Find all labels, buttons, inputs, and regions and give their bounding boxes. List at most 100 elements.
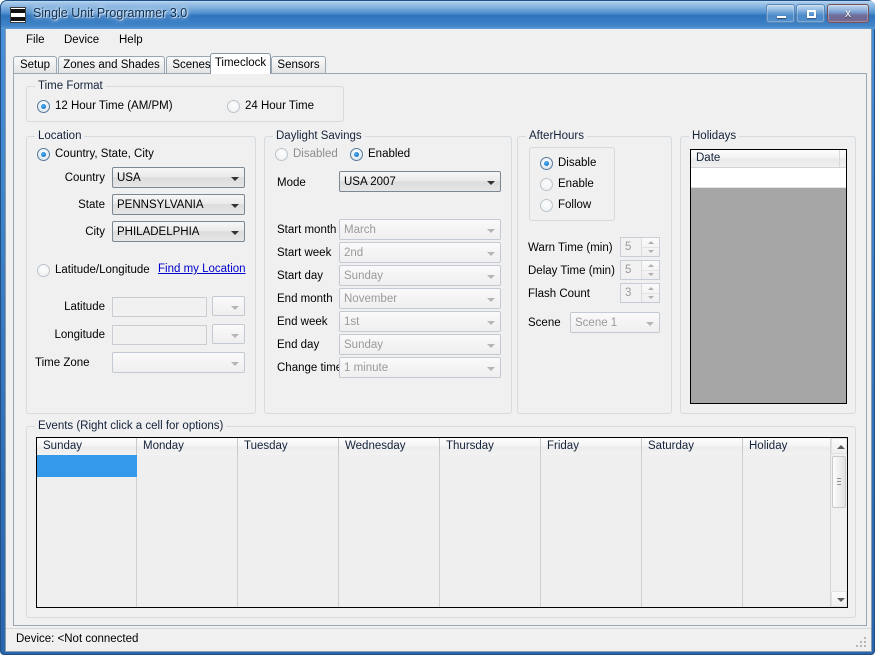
table-row[interactable] [37,477,832,500]
table-cell[interactable] [339,521,440,543]
table-cell[interactable] [339,499,440,521]
table-cell[interactable] [541,499,642,521]
table-cell[interactable] [137,521,238,543]
scroll-down-button[interactable] [831,591,847,607]
table-cell[interactable] [238,499,339,521]
table-cell[interactable] [339,477,440,499]
table-cell[interactable] [642,543,743,565]
table-cell[interactable] [642,587,743,607]
menu-device[interactable]: Device [58,33,105,47]
state-combobox[interactable]: PENNSYLVANIA [112,194,245,215]
table-cell[interactable] [37,565,137,587]
table-cell[interactable] [37,587,137,607]
end-week-combobox[interactable]: 1st [339,311,501,332]
tab-sensors[interactable]: Sensors [271,56,326,74]
latitude-input[interactable] [112,297,207,317]
table-cell[interactable] [642,455,743,477]
table-cell[interactable] [743,543,832,565]
column-header-holiday[interactable]: Holiday [743,438,832,455]
flash-count-stepper[interactable]: 3 [620,283,660,303]
table-cell[interactable] [642,521,743,543]
table-cell[interactable] [137,543,238,565]
stepper-down-icon[interactable] [642,247,659,256]
table-cell[interactable] [743,477,832,499]
table-row[interactable] [37,499,832,522]
table-cell[interactable] [238,587,339,607]
stepper-buttons[interactable] [641,261,659,279]
table-cell[interactable] [238,521,339,543]
longitude-direction-combobox[interactable] [212,324,245,344]
table-cell[interactable] [743,521,832,543]
table-row[interactable] [37,587,832,607]
end-month-combobox[interactable]: November [339,288,501,309]
warn-time-stepper[interactable]: 5 [620,237,660,257]
column-header-friday[interactable]: Friday [541,438,642,455]
table-cell[interactable] [37,521,137,543]
table-cell[interactable] [339,587,440,607]
country-combobox[interactable]: USA [112,167,245,188]
holidays-list-item[interactable] [691,168,846,188]
table-cell[interactable] [137,499,238,521]
scroll-up-button[interactable] [831,438,847,454]
holidays-column-date[interactable]: Date [691,150,840,167]
table-cell[interactable] [440,499,541,521]
table-cell[interactable] [440,587,541,607]
table-cell[interactable] [440,521,541,543]
table-row[interactable] [37,521,832,544]
column-header-sunday[interactable]: Sunday [37,438,137,455]
maximize-button[interactable] [796,4,825,23]
table-cell[interactable] [642,565,743,587]
events-vertical-scrollbar[interactable] [830,438,847,607]
table-cell[interactable] [339,565,440,587]
table-cell[interactable] [37,499,137,521]
table-cell[interactable] [440,477,541,499]
latitude-direction-combobox[interactable] [212,296,245,316]
column-header-wednesday[interactable]: Wednesday [339,438,440,455]
timezone-combobox[interactable] [112,352,245,373]
table-cell[interactable] [743,499,832,521]
stepper-down-icon[interactable] [642,270,659,279]
table-cell[interactable] [642,477,743,499]
tab-timeclock[interactable]: Timeclock [210,53,271,74]
table-cell[interactable] [743,455,832,477]
holidays-listview[interactable]: Date [690,149,847,404]
resize-grip-icon[interactable] [854,635,868,649]
table-cell[interactable] [238,455,339,477]
tab-zones-and-shades[interactable]: Zones and Shades [58,56,165,74]
table-cell[interactable] [238,477,339,499]
column-header-monday[interactable]: Monday [137,438,238,455]
events-grid[interactable]: Sunday Monday Tuesday Wednesday Thursday… [36,437,848,608]
table-cell[interactable] [743,565,832,587]
start-day-combobox[interactable]: Sunday [339,265,501,286]
stepper-buttons[interactable] [641,284,659,302]
table-cell[interactable] [440,543,541,565]
table-cell[interactable] [541,521,642,543]
table-cell[interactable] [541,543,642,565]
close-button[interactable]: x [827,4,869,23]
stepper-down-icon[interactable] [642,293,659,302]
column-header-thursday[interactable]: Thursday [440,438,541,455]
table-cell[interactable] [238,565,339,587]
table-cell[interactable] [440,455,541,477]
start-week-combobox[interactable]: 2nd [339,242,501,263]
table-cell[interactable] [137,587,238,607]
table-row[interactable] [37,543,832,566]
table-row[interactable] [37,565,832,588]
start-month-combobox[interactable]: March [339,219,501,240]
table-cell[interactable] [37,543,137,565]
table-cell[interactable] [642,499,743,521]
minimize-button[interactable] [766,4,795,23]
table-cell[interactable] [37,477,137,499]
find-my-location-link[interactable]: Find my Location [158,263,246,275]
dst-mode-combobox[interactable]: USA 2007 [339,171,501,192]
change-time-combobox[interactable]: 1 minute [339,357,501,378]
delay-time-stepper[interactable]: 5 [620,260,660,280]
city-combobox[interactable]: PHILADELPHIA [112,221,245,242]
title-bar[interactable]: Single Unit Programmer 3.0 x [1,1,875,29]
menu-help[interactable]: Help [113,33,149,47]
table-cell[interactable] [541,565,642,587]
table-cell[interactable] [137,455,238,477]
table-cell[interactable] [37,455,137,477]
table-cell[interactable] [541,587,642,607]
table-row[interactable] [37,455,832,478]
